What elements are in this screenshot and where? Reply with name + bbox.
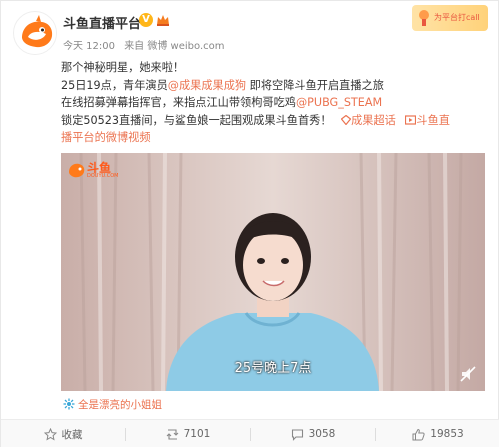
favorite-label: 收藏 <box>61 428 83 441</box>
post-line-text: 那个神秘明星，她来啦！ <box>61 61 185 74</box>
post-line-text: 锁定50523直播间，与鲨鱼娘一起围观成果斗鱼首秀！ <box>61 113 332 127</box>
post-meta: 今天 12:00 来自 微博 weibo.com <box>63 37 230 52</box>
mute-icon[interactable] <box>459 365 477 383</box>
cheer-icon <box>419 10 429 26</box>
mention-link[interactable]: @成果成果成狗 <box>168 79 246 92</box>
diamond-topic-icon <box>340 114 352 126</box>
post-line-text: 在线招募弹幕指挥官，来指点江山带领枸哥吃鸡 <box>61 96 296 110</box>
watermark-subtext: DOUYU.COM <box>87 173 119 179</box>
post-time[interactable]: 今天 12:00 <box>63 41 115 52</box>
tag-icon <box>63 398 75 410</box>
content-tag[interactable]: 全是漂亮的小姐姐 <box>63 397 162 412</box>
video-link[interactable]: 斗鱼直 <box>416 114 450 127</box>
favorite-button[interactable]: 收藏 <box>1 420 125 447</box>
comment-count: 3058 <box>308 428 336 440</box>
thumbs-up-icon <box>412 428 425 440</box>
video-link-continued[interactable]: 播平台的微博视频 <box>61 131 151 144</box>
post-line-text: 25日19点，青年演员 <box>61 78 168 92</box>
repost-icon <box>166 428 179 440</box>
action-bar: 收藏 7101 3058 19853 <box>1 419 499 447</box>
badge-text: 为平台打call <box>434 13 480 22</box>
mention-link[interactable]: @PUBG_STEAM <box>296 96 382 109</box>
weibo-post-card: 斗鱼直播平台 V 今天 12:00 来自 微博 weibo.com 为平台打ca… <box>0 0 499 447</box>
header-decoration-badge[interactable]: 为平台打call <box>412 5 488 31</box>
star-icon <box>43 427 57 441</box>
comment-button[interactable]: 3058 <box>251 420 375 447</box>
douyu-watermark: 斗鱼 DOUYU.COM <box>67 159 121 181</box>
video-link-icon <box>405 115 417 125</box>
comment-icon <box>291 428 303 441</box>
post-line: 播平台的微博视频 <box>61 129 491 147</box>
repost-button[interactable]: 7101 <box>126 420 250 447</box>
post-line: 25日19点，青年演员@成果成果成狗 即将空降斗鱼开启直播之旅 <box>61 77 491 95</box>
member-crown-icon[interactable] <box>156 14 170 27</box>
post-text: 那个神秘明星，她来啦！ 25日19点，青年演员@成果成果成狗 即将空降斗鱼开启直… <box>61 59 491 147</box>
account-name[interactable]: 斗鱼直播平台 <box>63 13 141 32</box>
verified-badge-icon[interactable]: V <box>139 13 153 27</box>
topic-link[interactable]: 成果超话 <box>351 114 396 127</box>
repost-count: 7101 <box>183 428 211 440</box>
post-source: 来自 微博 weibo.com <box>124 41 225 52</box>
like-button[interactable]: 19853 <box>376 420 499 447</box>
post-line: 锁定50523直播间，与鲨鱼娘一起围观成果斗鱼首秀！ 成果超话 斗鱼直 <box>61 112 491 130</box>
post-line: 在线招募弹幕指挥官，来指点江山带领枸哥吃鸡@PUBG_STEAM <box>61 94 491 112</box>
video-player[interactable]: 斗鱼 DOUYU.COM 25号晚上7点 <box>61 153 485 391</box>
post-line-text: 即将空降斗鱼开启直播之旅 <box>246 78 384 92</box>
video-frame <box>61 153 485 391</box>
video-subtitle: 25号晚上7点 <box>234 361 312 376</box>
like-count: 19853 <box>430 428 464 440</box>
tag-text: 全是漂亮的小姐姐 <box>78 399 162 411</box>
douyu-shark-logo-icon <box>15 13 56 54</box>
avatar[interactable] <box>13 11 57 55</box>
post-line: 那个神秘明星，她来啦！ <box>61 59 491 77</box>
